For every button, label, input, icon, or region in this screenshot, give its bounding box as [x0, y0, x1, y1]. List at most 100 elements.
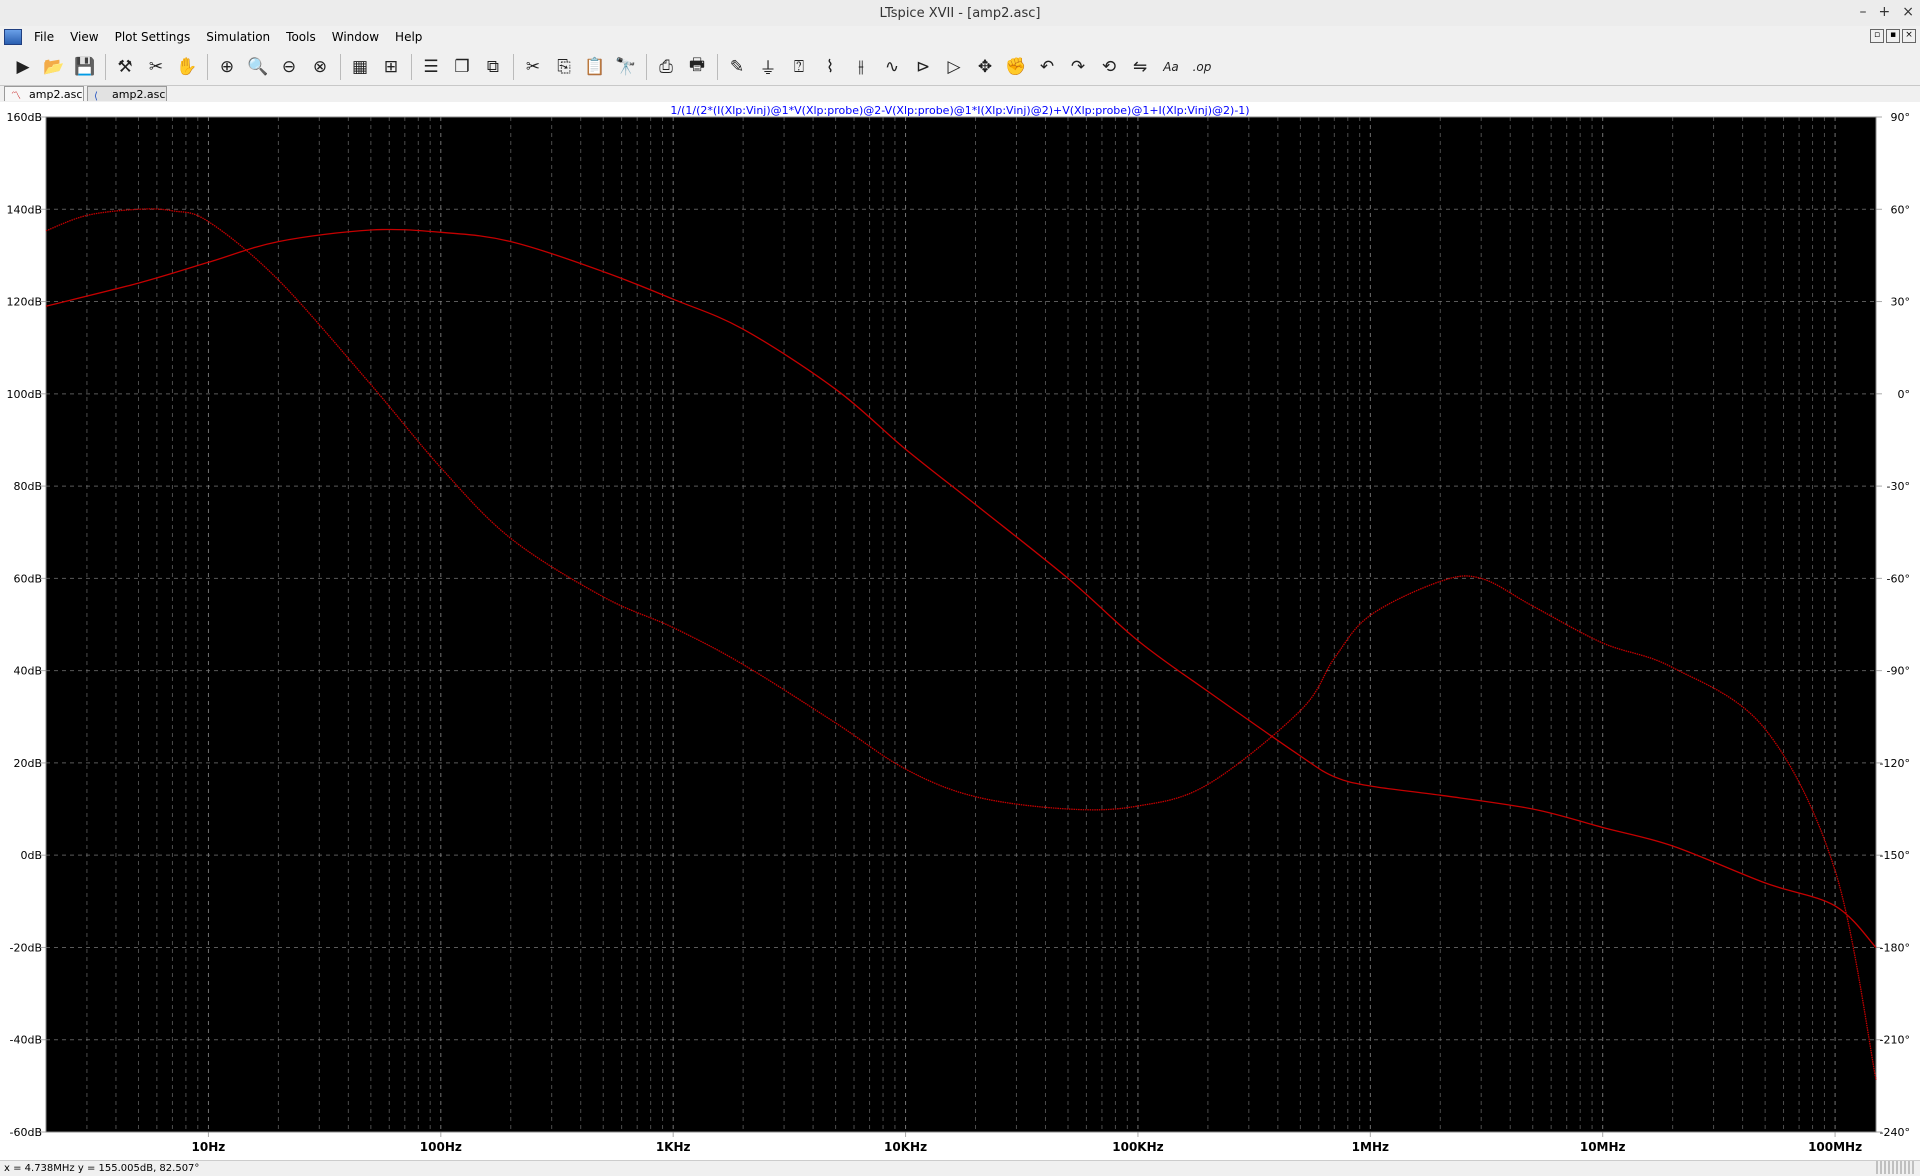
spice-directive-button[interactable]: .op — [1189, 54, 1215, 80]
wire-button[interactable]: ✎ — [724, 54, 750, 80]
tile-horizontal-button[interactable]: ☰ — [418, 54, 444, 80]
run-button[interactable]: ▶ — [10, 54, 36, 80]
cut-icon: ✂ — [525, 56, 541, 77]
mdi-restore-button[interactable]: ▫ — [1870, 29, 1884, 43]
zoom-in-button[interactable]: ⊕ — [214, 54, 240, 80]
inductor-button[interactable]: ∿ — [879, 54, 905, 80]
mirror-icon: ⇋ — [1132, 56, 1148, 77]
component-button[interactable]: ▷ — [941, 54, 967, 80]
zoom-area-button[interactable]: 🔍 — [245, 54, 271, 80]
plot-frame — [46, 117, 1876, 1132]
ground-button[interactable]: ⏚ — [755, 54, 781, 80]
y-tick-label: 20dB — [13, 757, 42, 770]
autorange-button[interactable]: ▦ — [347, 54, 373, 80]
inductor-icon: ∿ — [884, 56, 900, 77]
undo-button[interactable]: ↶ — [1034, 54, 1060, 80]
move-button[interactable]: ✥ — [972, 54, 998, 80]
rotate-button[interactable]: ⟲ — [1096, 54, 1122, 80]
tile-vertical-button[interactable]: ⧉ — [480, 54, 506, 80]
y-tick-label: 160dB — [6, 111, 42, 124]
waveform-plot[interactable]: 160dB 90° 140dB 60° 120dB 30° 100dB 0° 80dB -30° 6… — [0, 102, 1920, 1160]
zoom-out-button[interactable]: ⊖ — [276, 54, 302, 80]
y-tick-label: 0dB — [20, 849, 42, 862]
menu-window[interactable]: Window — [324, 30, 387, 44]
maximize-button[interactable]: + — [1879, 4, 1891, 20]
zoom-fit-icon: ⊗ — [312, 56, 328, 77]
x-tick-label: 1MHz — [1352, 1140, 1389, 1154]
y2-tick-label: -240° — [1880, 1126, 1910, 1139]
cascade-icon: ❐ — [454, 56, 470, 77]
toolbar-separator — [340, 53, 341, 80]
copy-button[interactable]: ⎘ — [551, 54, 577, 80]
menu-help[interactable]: Help — [387, 30, 430, 44]
minimize-button[interactable]: – — [1860, 4, 1867, 20]
menu-simulation[interactable]: Simulation — [198, 30, 278, 44]
resize-grip[interactable] — [1876, 1161, 1916, 1174]
control-panel-icon: ⚒ — [117, 56, 133, 77]
wire-icon: ✎ — [729, 56, 745, 77]
save-button[interactable]: 💾 — [72, 54, 98, 80]
tab-schematic[interactable]: ⟨ amp2.asc — [87, 86, 167, 102]
cut-button[interactable]: ✂ — [520, 54, 546, 80]
move-icon: ✥ — [977, 56, 993, 77]
label-icon: ⍰ — [793, 56, 805, 77]
mdi-close-button[interactable]: × — [1902, 29, 1916, 43]
control-panel-button[interactable]: ⚒ — [112, 54, 138, 80]
text-button[interactable]: Aa — [1158, 54, 1184, 80]
menu-tools[interactable]: Tools — [278, 30, 324, 44]
run-icon: ▶ — [16, 56, 30, 77]
x-tick-label: 10Hz — [192, 1140, 226, 1154]
y2-tick-label: -150° — [1880, 849, 1910, 862]
spice-directive-icon: .op — [1192, 59, 1212, 74]
print-button[interactable]: 🖶 — [684, 54, 710, 80]
y-tick-label: -20dB — [10, 941, 43, 954]
toolbar-separator — [105, 53, 106, 80]
capacitor-button[interactable]: ⫲ — [848, 54, 874, 80]
plot-settings-button[interactable]: ⊞ — [378, 54, 404, 80]
text-icon: Aa — [1163, 59, 1179, 74]
mirror-button[interactable]: ⇋ — [1127, 54, 1153, 80]
ground-icon: ⏚ — [759, 59, 777, 79]
status-bar: x = 4.738MHz y = 155.005dB, 82.507° — [0, 1160, 1920, 1175]
pan-button[interactable]: ✋ — [174, 54, 200, 80]
cursor-readout: x = 4.738MHz y = 155.005dB, 82.507° — [4, 1163, 200, 1174]
find-icon: 🔭 — [615, 56, 637, 77]
close-button[interactable]: × — [1902, 4, 1914, 20]
paste-icon: 📋 — [584, 56, 606, 77]
resistor-button[interactable]: ⌇ — [817, 54, 843, 80]
menu-plot-settings[interactable]: Plot Settings — [107, 30, 199, 44]
halt-button[interactable]: ✂ — [143, 54, 169, 80]
menu-view[interactable]: View — [62, 30, 106, 44]
trace-expression-label[interactable]: 1/(1/(2*(I(Xlp:Vinj)@1*V(Xlp:probe)@2-V(… — [670, 104, 1249, 117]
toolbar-separator — [717, 53, 718, 80]
mdi-tile-button[interactable]: ▪ — [1886, 29, 1900, 43]
label-button[interactable]: ⍰ — [786, 54, 812, 80]
y2-tick-label: -180° — [1880, 941, 1910, 954]
diode-icon: ⊳ — [915, 56, 931, 77]
find-button[interactable]: 🔭 — [613, 54, 639, 80]
plot-margin — [0, 102, 46, 1160]
capacitor-icon: ⫲ — [858, 56, 864, 77]
undo-icon: ↶ — [1039, 56, 1055, 77]
menu-bar: File View Plot Settings Simulation Tools… — [0, 26, 1920, 48]
menu-file[interactable]: File — [26, 30, 62, 44]
tile-vertical-icon: ⧉ — [486, 56, 500, 77]
zoom-fit-button[interactable]: ⊗ — [307, 54, 333, 80]
y2-tick-label: 60° — [1891, 203, 1911, 216]
print-icon: 🖶 — [688, 55, 706, 75]
tab-waveform[interactable]: 〽 amp2.asc — [4, 86, 84, 102]
app-icon[interactable] — [4, 29, 22, 45]
print-preview-button[interactable]: ⎙ — [653, 54, 679, 80]
diode-button[interactable]: ⊳ — [910, 54, 936, 80]
y2-tick-label: -60° — [1887, 572, 1910, 585]
autorange-icon: ▦ — [351, 56, 369, 77]
drag-button[interactable]: ✊ — [1003, 54, 1029, 80]
cascade-button[interactable]: ❐ — [449, 54, 475, 80]
paste-button[interactable]: 📋 — [582, 54, 608, 80]
y2-tick-label: -90° — [1887, 665, 1910, 678]
bode-plot[interactable]: 160dB 90° 140dB 60° 120dB 30° 100dB 0° 80dB -30° 6… — [0, 102, 1920, 1160]
y-tick-label: 100dB — [6, 388, 42, 401]
redo-button[interactable]: ↷ — [1065, 54, 1091, 80]
open-button[interactable]: 📂 — [41, 54, 67, 80]
title-bar: LTspice XVII - [amp2.asc] – + × — [0, 0, 1920, 27]
